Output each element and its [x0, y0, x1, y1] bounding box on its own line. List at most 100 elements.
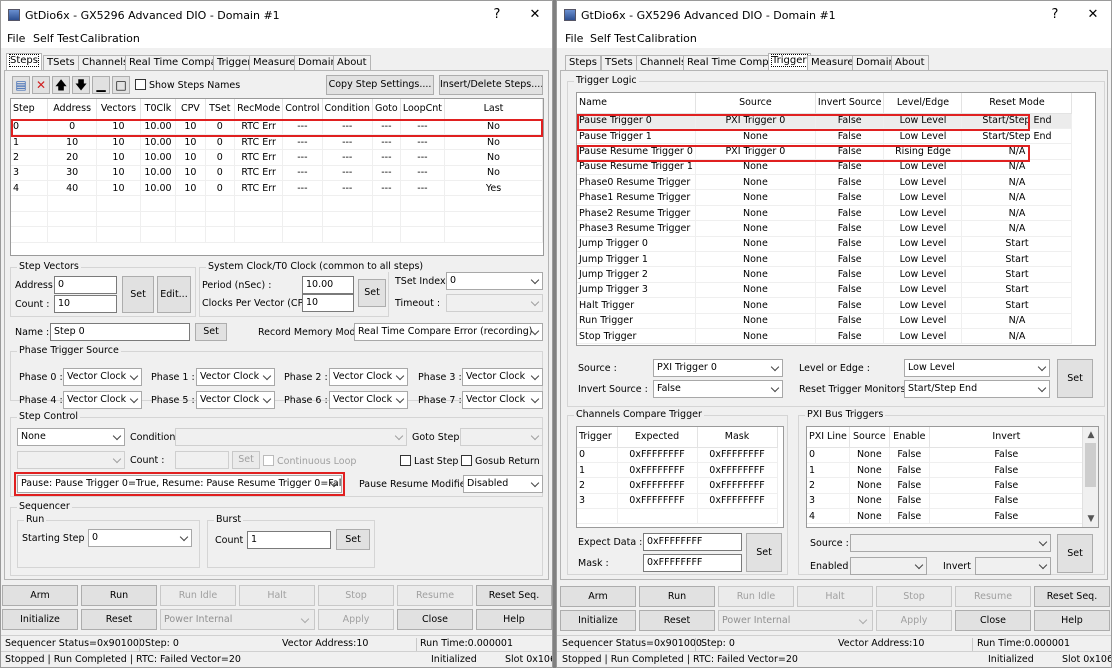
- pxi-source-select[interactable]: [850, 534, 1051, 552]
- menu-file[interactable]: File: [7, 32, 25, 45]
- pxi-enabled-select[interactable]: [850, 557, 927, 575]
- scroll-up-icon[interactable]: ▲: [1083, 427, 1098, 443]
- table-row[interactable]: 0 None False False: [807, 447, 1084, 463]
- halt-button[interactable]: Halt: [239, 585, 315, 606]
- move-down-icon[interactable]: 🡇: [72, 76, 90, 94]
- column-header[interactable]: LoopCnt: [400, 99, 446, 120]
- column-header[interactable]: CPV: [175, 99, 206, 120]
- run-idle-button[interactable]: Run Idle: [160, 585, 236, 606]
- halt-button[interactable]: Halt: [797, 586, 873, 607]
- control-select[interactable]: None: [17, 428, 125, 446]
- last-step-checkbox[interactable]: Last Step: [400, 455, 458, 467]
- tab-about[interactable]: About: [891, 55, 929, 71]
- table-row[interactable]: 2 20 10 10.00 10 0 RTC Err --- --- --- --- No: [11, 149, 543, 166]
- close-icon[interactable]: ✕: [521, 5, 549, 25]
- vectors-set-button[interactable]: Set: [122, 276, 154, 313]
- table-row[interactable]: Jump Trigger 1 None False Low Level Start: [577, 251, 1073, 268]
- burst-count-input[interactable]: 1: [247, 531, 331, 549]
- stop-button[interactable]: Stop: [876, 586, 952, 607]
- steps-table[interactable]: Step Address Vectors T0Clk CPV TSet RecMode Con…: [10, 98, 544, 256]
- help-icon[interactable]: ?: [1041, 5, 1069, 25]
- tab-tsets[interactable]: TSets: [43, 55, 79, 71]
- insert-delete-steps-button[interactable]: Insert/Delete Steps....: [439, 75, 543, 95]
- starting-step-select[interactable]: 0: [88, 529, 192, 547]
- move-up-icon[interactable]: 🡅: [52, 76, 70, 94]
- table-row[interactable]: 3 30 10 10.00 10 0 RTC Err --- --- --- --- No: [11, 165, 543, 182]
- reset-monitors-select[interactable]: Start/Step End: [904, 380, 1050, 398]
- reset-button[interactable]: Reset: [81, 609, 157, 630]
- menu-file[interactable]: File: [565, 32, 583, 45]
- column-header[interactable]: TSet: [205, 99, 236, 120]
- column-header[interactable]: Enable: [889, 427, 930, 448]
- save-icon[interactable]: ▤: [12, 76, 30, 94]
- loop-count-input[interactable]: [175, 451, 229, 469]
- phase-0-select[interactable]: Vector Clock: [63, 368, 142, 386]
- pxi-bus-table[interactable]: PXI Line Source Enable Invert 0 None False Fal…: [806, 426, 1099, 528]
- arm-button[interactable]: Arm: [2, 585, 78, 606]
- tab-steps[interactable]: Steps: [6, 53, 42, 71]
- clock-set-button[interactable]: Set: [358, 279, 386, 307]
- table-row[interactable]: Pause Resume Trigger 0 PXI Trigger 0 False…: [577, 143, 1073, 160]
- loop-count-set-button[interactable]: Set: [232, 451, 260, 469]
- table-row[interactable]: 3 None False False: [807, 493, 1084, 510]
- name-set-button[interactable]: Set: [195, 323, 227, 341]
- menu-self-test[interactable]: Self Test: [33, 32, 79, 45]
- table-row[interactable]: Jump Trigger 2 None False Low Level Start: [577, 266, 1073, 283]
- count-input[interactable]: 10: [54, 295, 117, 313]
- phase-4-select[interactable]: Vector Clock: [63, 391, 142, 409]
- column-header[interactable]: Name: [577, 93, 696, 114]
- pause-resume-modifier-select[interactable]: Disabled: [463, 475, 543, 493]
- pxi-set-button[interactable]: Set: [1057, 534, 1093, 573]
- run-button[interactable]: Run: [81, 585, 157, 606]
- tab-trigger[interactable]: Trigger: [768, 53, 811, 71]
- delete-icon[interactable]: ✕: [32, 76, 50, 94]
- column-header[interactable]: Condition: [322, 99, 373, 120]
- invert-source-select[interactable]: False: [653, 380, 783, 398]
- table-row[interactable]: Jump Trigger 3 None False Low Level Start: [577, 282, 1073, 299]
- column-header[interactable]: T0Clk: [140, 99, 177, 120]
- table-row[interactable]: 1 0xFFFFFFFF 0xFFFFFFFF: [577, 462, 778, 479]
- power-select[interactable]: Power Internal: [160, 609, 315, 630]
- table-row[interactable]: Run Trigger None False Low Level N/A: [577, 313, 1073, 329]
- gosub-return-checkbox[interactable]: Gosub Return: [461, 455, 540, 467]
- table-row[interactable]: 2 None False False: [807, 477, 1084, 494]
- table-row[interactable]: Phase0 Resume Trigger None False Low Level N…: [577, 174, 1073, 191]
- menu-calibration[interactable]: Calibration: [80, 32, 140, 45]
- stop-button[interactable]: Stop: [318, 585, 394, 606]
- tab-measure[interactable]: Measure: [249, 55, 300, 71]
- pause-select[interactable]: Pause: Pause Trigger 0=True, Resume: Pau…: [17, 475, 342, 493]
- pxi-scrollbar[interactable]: ▲ ▼: [1082, 427, 1098, 527]
- column-header[interactable]: Vectors: [96, 99, 141, 120]
- column-header[interactable]: Address: [47, 99, 98, 120]
- column-header[interactable]: Step: [11, 99, 49, 120]
- table-row[interactable]: 2 0xFFFFFFFF 0xFFFFFFFF: [577, 477, 778, 494]
- burst-set-button[interactable]: Set: [336, 529, 370, 550]
- menu-self-test[interactable]: Self Test: [590, 32, 636, 45]
- table-row[interactable]: Phase1 Resume Trigger None False Low Level N…: [577, 189, 1073, 206]
- column-header[interactable]: Last: [444, 99, 543, 120]
- phase-2-select[interactable]: Vector Clock: [329, 368, 408, 386]
- phase-5-select[interactable]: Vector Clock: [196, 391, 275, 409]
- table-row[interactable]: Phase2 Resume Trigger None False Low Level N…: [577, 205, 1073, 222]
- level-edge-select[interactable]: Low Level: [904, 359, 1050, 377]
- column-header[interactable]: Goto: [372, 99, 401, 120]
- loop-select[interactable]: [17, 451, 125, 469]
- table-row[interactable]: 4 40 10 10.00 10 0 RTC Err --- --- --- --- Yes: [11, 180, 543, 197]
- arm-button[interactable]: Arm: [560, 586, 636, 607]
- tab-steps[interactable]: Steps: [565, 55, 601, 71]
- column-header[interactable]: Invert Source: [815, 93, 885, 114]
- name-input[interactable]: Step 0: [50, 323, 190, 341]
- mask-input[interactable]: 0xFFFFFFFF: [643, 554, 742, 572]
- close-button[interactable]: Close: [955, 610, 1031, 631]
- table-row[interactable]: Pause Trigger 0 PXI Trigger 0 False Low Lev…: [577, 113, 1073, 129]
- minimize-icon[interactable]: ▁: [92, 76, 110, 94]
- vectors-edit-button[interactable]: Edit...: [157, 276, 191, 313]
- close-icon[interactable]: ✕: [1079, 5, 1107, 25]
- address-input[interactable]: 0: [54, 276, 117, 294]
- cpv-input[interactable]: 10: [302, 294, 354, 312]
- phase-1-select[interactable]: Vector Clock: [196, 368, 275, 386]
- trigger-set-button[interactable]: Set: [1057, 359, 1093, 398]
- table-row[interactable]: 1 10 10 10.00 10 0 RTC Err --- --- --- --- No: [11, 134, 543, 151]
- tab-tsets[interactable]: TSets: [601, 55, 637, 71]
- resume-button[interactable]: Resume: [397, 585, 473, 606]
